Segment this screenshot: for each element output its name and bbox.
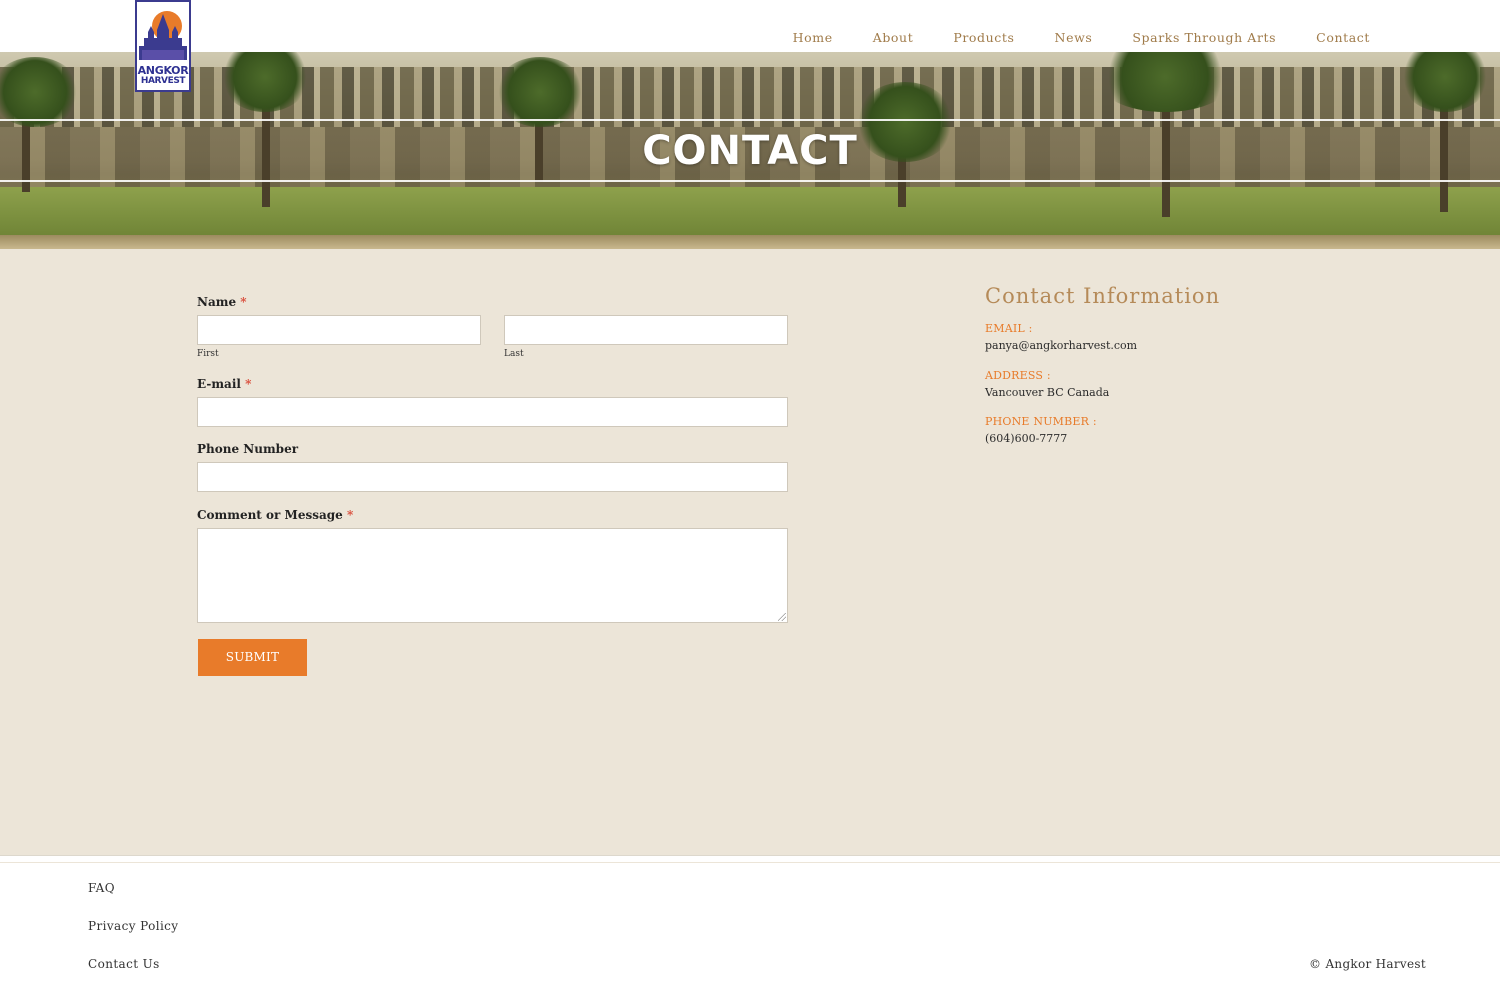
phone-input[interactable] [197, 462, 788, 492]
phone-info-label: PHONE NUMBER : [985, 415, 1097, 428]
nav-sparks-through-arts[interactable]: Sparks Through Arts [1132, 30, 1276, 45]
required-marker: * [240, 295, 247, 309]
nav-about[interactable]: About [873, 30, 914, 45]
address-info-value: Vancouver BC Canada [985, 386, 1110, 399]
required-marker: * [346, 508, 354, 522]
submit-button[interactable]: SUBMIT [198, 639, 307, 676]
last-name-input[interactable] [504, 315, 788, 345]
page-title: CONTACT [642, 128, 858, 174]
hero-rule-top [0, 119, 1500, 121]
email-info-label: EMAIL : [985, 322, 1033, 335]
resize-handle-icon[interactable] [778, 613, 786, 621]
palm-tree [495, 57, 585, 127]
nav-home[interactable]: Home [793, 30, 833, 45]
address-info-label: ADDRESS : [985, 369, 1051, 382]
name-label-text: Name [197, 295, 237, 309]
message-label: Comment or Message * [197, 508, 353, 522]
hero-banner: CONTACT [0, 52, 1500, 249]
copyright: © Angkor Harvest [1309, 957, 1426, 971]
email-label: E-mail * [197, 377, 251, 391]
site-header: Home About Products News Sparks Through … [0, 0, 1500, 52]
nav-news[interactable]: News [1055, 30, 1093, 45]
required-marker: * [245, 377, 252, 391]
email-input[interactable] [197, 397, 788, 427]
hero-rule-bottom [0, 180, 1500, 182]
moat-image [0, 235, 1500, 249]
main-nav: Home About Products News Sparks Through … [753, 30, 1370, 45]
logo-text-harvest: HARVEST [140, 76, 186, 86]
footer-link-privacy-policy[interactable]: Privacy Policy [88, 919, 179, 933]
message-textarea[interactable] [197, 528, 788, 623]
nav-products[interactable]: Products [953, 30, 1014, 45]
message-label-text: Comment or Message [197, 508, 343, 522]
main-content: Name * First Last E-mail * Phone Number … [0, 249, 1500, 855]
last-name-sublabel: Last [504, 349, 524, 359]
first-name-input[interactable] [197, 315, 481, 345]
contact-info-title: Contact Information [985, 284, 1221, 308]
first-name-sublabel: First [197, 349, 219, 359]
phone-label: Phone Number [197, 442, 299, 456]
site-footer: FAQ Privacy Policy Contact Us © Angkor H… [0, 855, 1500, 994]
phone-info-value: (604)600-7777 [985, 432, 1068, 445]
lawn-image [0, 187, 1500, 237]
email-info-value[interactable]: panya@angkorharvest.com [985, 339, 1137, 352]
footer-divider [0, 862, 1500, 863]
name-label: Name * [197, 295, 247, 309]
site-logo[interactable]: ANGKOR HARVEST [135, 0, 191, 92]
nav-contact[interactable]: Contact [1316, 30, 1370, 45]
email-label-text: E-mail [197, 377, 241, 391]
logo-text-angkor: ANGKOR [137, 64, 189, 77]
footer-link-contact-us[interactable]: Contact Us [88, 957, 160, 971]
temple-sun-icon [137, 2, 189, 64]
footer-link-faq[interactable]: FAQ [88, 881, 115, 895]
